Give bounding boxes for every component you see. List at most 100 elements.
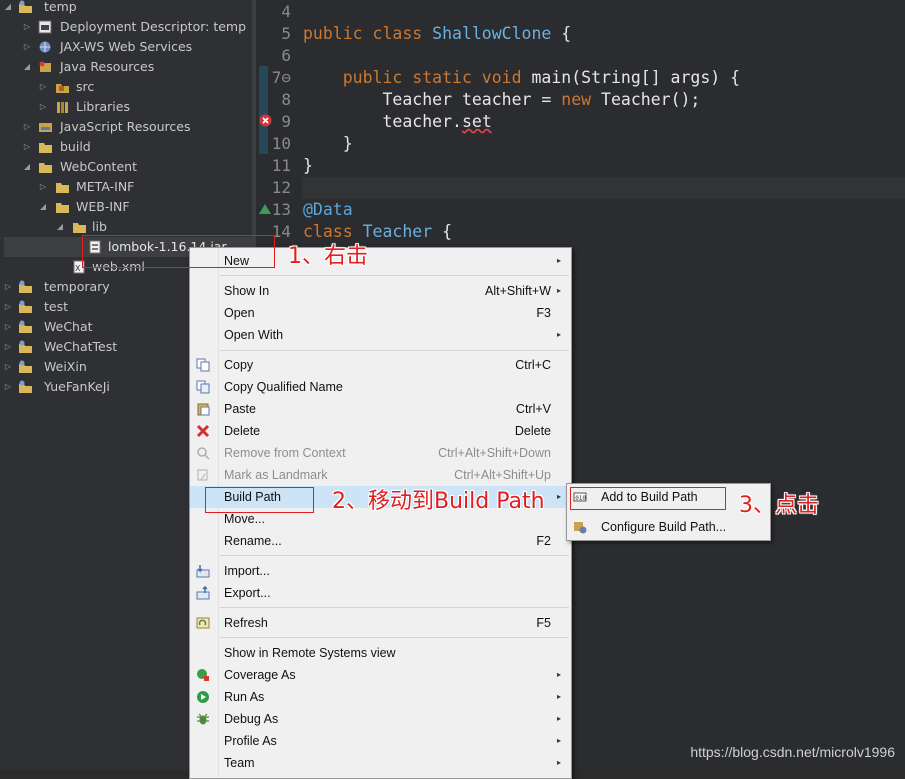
collapse-arrow-icon[interactable]: ◢ — [22, 57, 32, 77]
expand-arrow-icon[interactable]: ▷ — [3, 357, 13, 377]
expand-arrow-icon[interactable]: ▷ — [3, 277, 13, 297]
tree-item-temp[interactable]: ◢ temp — [0, 0, 252, 17]
menu-item-label: Mark as Landmark — [224, 468, 328, 482]
collapse-arrow-icon[interactable]: ◢ — [38, 197, 48, 217]
tree-item-label: temporary — [44, 279, 110, 294]
menu-item-label: Rename... — [224, 534, 282, 548]
webservice-icon — [39, 41, 51, 53]
menu-separator — [220, 275, 569, 276]
menu-item-run-as[interactable]: Run As ▸ — [190, 686, 571, 708]
tree-item-jax-ws[interactable]: ▷ JAX-WS Web Services — [0, 37, 252, 57]
menu-item-shortcut: Ctrl+Alt+Shift+Down — [438, 446, 551, 460]
menu-item-remove-from-context[interactable]: Remove from Context Ctrl+Alt+Shift+Down — [190, 442, 571, 464]
override-marker-icon — [259, 204, 271, 214]
expand-arrow-icon[interactable]: ▷ — [3, 377, 13, 397]
line-number: 10 — [271, 134, 291, 153]
project-icon — [19, 340, 32, 353]
collapse-arrow-icon[interactable]: ◢ — [55, 217, 65, 237]
menu-item-open-with[interactable]: Open With ▸ — [190, 324, 571, 346]
tree-item-label: WEB-INF — [76, 199, 130, 214]
menu-item-import[interactable]: Import... — [190, 560, 571, 582]
tree-item-java-resources[interactable]: ◢ Java Resources — [0, 57, 252, 77]
line-number: 6 — [281, 46, 291, 65]
submenu-arrow-icon: ▸ — [556, 492, 561, 501]
menu-item-label: Copy — [224, 358, 254, 372]
tree-item-web-inf[interactable]: ◢ WEB-INF — [0, 197, 252, 217]
menu-item-copy-qualified-name[interactable]: Copy Qualified Name — [190, 376, 571, 398]
menu-item-label: Delete — [224, 424, 261, 438]
menu-item-show-in-remote-systems[interactable]: Show in Remote Systems view — [190, 642, 571, 664]
expand-arrow-icon[interactable]: ▷ — [22, 17, 32, 37]
expand-arrow-icon[interactable]: ▷ — [22, 137, 32, 157]
tree-item-build[interactable]: ▷ build — [0, 137, 252, 157]
menu-item-refresh[interactable]: Refresh F5 — [190, 612, 571, 634]
submenu-arrow-icon: ▸ — [556, 330, 561, 339]
tree-item-label: WeChatTest — [44, 339, 118, 354]
tree-item-label: build — [60, 139, 91, 154]
menu-item-paste[interactable]: Paste Ctrl+V — [190, 398, 571, 420]
debug-icon — [197, 713, 209, 725]
menu-item-rename[interactable]: Rename... F2 — [190, 530, 571, 552]
expand-arrow-icon[interactable]: ▷ — [38, 97, 48, 117]
code-line-7: public static void main(String[] args) { — [303, 67, 740, 89]
expand-arrow-icon[interactable]: ▷ — [38, 177, 48, 197]
tree-item-meta-inf[interactable]: ▷ META-INF — [0, 177, 252, 197]
svg-text:X: X — [75, 264, 81, 273]
highlight-box-build-path — [205, 487, 314, 513]
collapse-arrow-icon[interactable]: ◢ — [22, 157, 32, 177]
menu-item-team[interactable]: Team ▸ — [190, 752, 571, 774]
expand-arrow-icon[interactable]: ▷ — [3, 337, 13, 357]
code-text: Teacher teacher = — [303, 90, 562, 109]
tree-item-label: WebContent — [60, 159, 137, 174]
menu-item-copy[interactable]: Copy Ctrl+C — [190, 354, 571, 376]
expand-arrow-icon[interactable]: ▷ — [22, 117, 32, 137]
submenu-arrow-icon: ▸ — [556, 670, 561, 679]
menu-item-shortcut: Delete — [514, 424, 551, 438]
code-text: Teacher(); — [591, 90, 701, 109]
tree-item-libraries[interactable]: ▷ Libraries — [0, 97, 252, 117]
tree-item-webcontent[interactable]: ◢ WebContent — [0, 157, 252, 177]
code-line-13: @Data — [303, 200, 353, 219]
collapse-arrow-icon[interactable]: ◢ — [3, 0, 13, 17]
expand-arrow-icon[interactable]: ▷ — [22, 37, 32, 57]
tree-item-label: temp — [44, 0, 77, 14]
expand-arrow-icon[interactable]: ▷ — [3, 297, 13, 317]
menu-item-export[interactable]: Export... — [190, 582, 571, 604]
menu-item-label: Open — [224, 306, 255, 320]
menu-item-shortcut: F5 — [536, 616, 551, 630]
menu-item-debug-as[interactable]: Debug As ▸ — [190, 708, 571, 730]
tree-item-lib[interactable]: ◢ lib — [0, 217, 252, 237]
menu-item-shortcut: Alt+Shift+W — [485, 284, 551, 298]
menu-item-label: Profile As — [224, 734, 277, 748]
tree-item-src[interactable]: ▷ src — [0, 77, 252, 97]
menu-item-open[interactable]: Open F3 — [190, 302, 571, 324]
delete-icon — [196, 424, 210, 438]
menu-item-show-in[interactable]: Show In Alt+Shift+W ▸ — [190, 280, 571, 302]
configure-build-path-icon — [574, 522, 587, 534]
tree-item-javascript-resources[interactable]: ▷ JavaScript Resources — [0, 117, 252, 137]
folder-icon — [56, 203, 69, 213]
code-line-11: } — [303, 156, 313, 175]
tree-item-label: WeiXin — [44, 359, 87, 374]
highlight-box-jar — [82, 235, 275, 268]
menu-separator — [220, 555, 569, 556]
folder-icon — [73, 223, 86, 233]
code-line-9: teacher.set — [303, 111, 491, 133]
menu-item-delete[interactable]: Delete Delete — [190, 420, 571, 442]
tree-item-deployment-descriptor[interactable]: ▷ Deployment Descriptor: temp — [0, 17, 252, 37]
menu-item-label: Show In — [224, 284, 270, 298]
annotation-step-1: 1、右击 — [288, 244, 368, 269]
copy-qualified-name-icon — [196, 380, 210, 394]
error-marker-icon[interactable] — [259, 114, 272, 127]
submenu-arrow-icon: ▸ — [556, 758, 561, 767]
tree-item-label: Java Resources — [60, 59, 155, 74]
menu-item-profile-as[interactable]: Profile As ▸ — [190, 730, 571, 752]
expand-arrow-icon[interactable]: ▷ — [3, 317, 13, 337]
project-icon — [19, 300, 32, 313]
code-text: { — [432, 222, 453, 241]
tree-item-label: lib — [92, 219, 107, 234]
expand-arrow-icon[interactable]: ▷ — [38, 77, 48, 97]
menu-item-configure-build-path[interactable]: Configure Build Path... — [567, 516, 770, 538]
menu-item-coverage-as[interactable]: Coverage As ▸ — [190, 664, 571, 686]
tree-item-label: META-INF — [76, 179, 135, 194]
